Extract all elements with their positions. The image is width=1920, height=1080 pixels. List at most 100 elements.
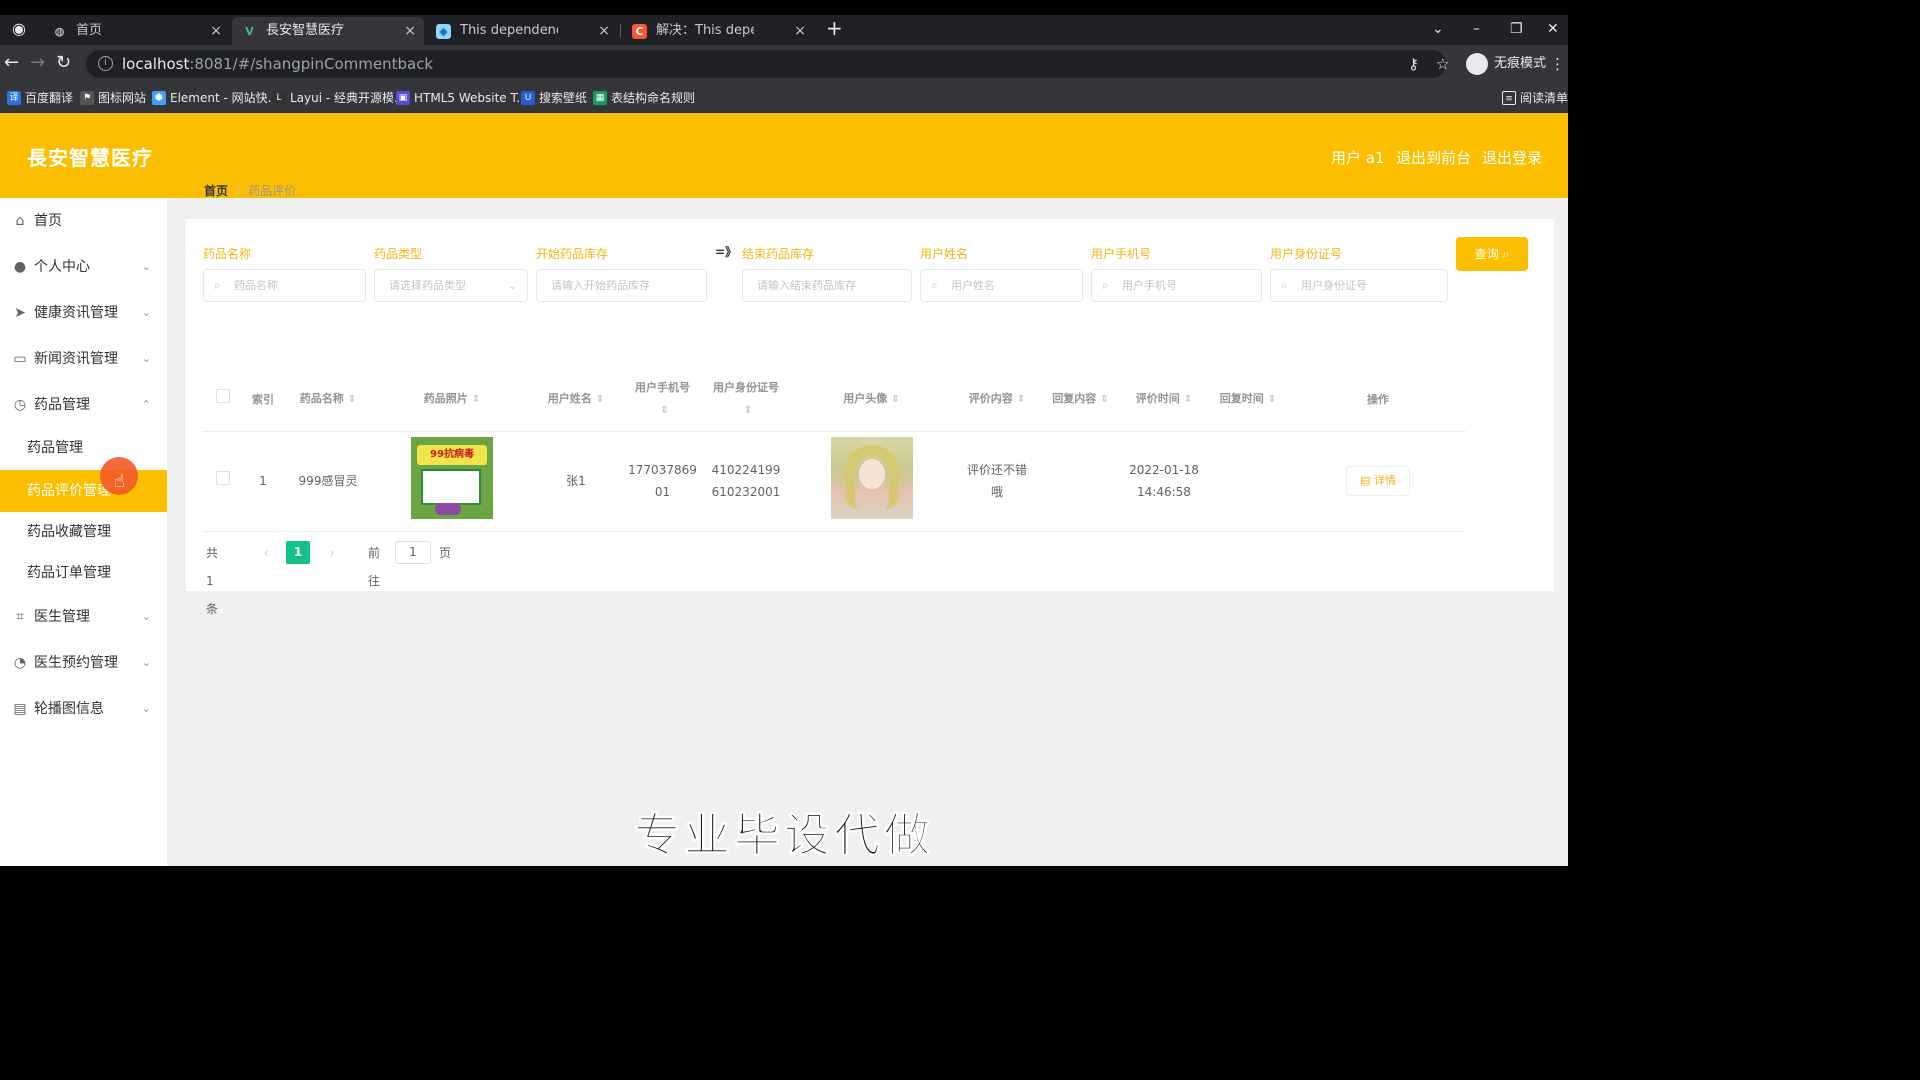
column-header[interactable]: 回复时间 ⇕ (1206, 369, 1290, 431)
column-header[interactable]: 回复内容 ⇕ (1039, 369, 1122, 431)
sidebar-item-health-news[interactable]: ➤ 健康资讯管理 ⌄ (0, 291, 167, 335)
sidebar-subitem-drug-favorites[interactable]: 药品收藏管理 (0, 511, 167, 553)
breadcrumb-home[interactable]: 首页 (204, 184, 228, 198)
close-icon[interactable]: × (404, 17, 416, 45)
bank-icon: ▭ (13, 351, 27, 367)
url-host: localhost (122, 55, 190, 73)
row-checkbox[interactable] (216, 471, 230, 485)
user-phone-placeholder: 用户手机号 (1122, 279, 1177, 292)
next-page-icon[interactable]: › (318, 542, 346, 564)
column-header-label: 操作 (1367, 392, 1389, 406)
key-icon[interactable]: ⚷ (1408, 55, 1419, 73)
sort-icon[interactable]: ⇕ (348, 394, 356, 405)
more-vert-icon[interactable]: ⋮ (1550, 55, 1565, 73)
sidebar-item-appointments[interactable]: ◔ 医生预约管理 ⌄ (0, 641, 167, 685)
stock-start-input[interactable]: 请输入开始药品库存 (536, 269, 707, 302)
sort-icon[interactable]: ⇕ (1017, 394, 1025, 405)
drug-photo-cell: 99抗病毒 (373, 430, 531, 532)
translate-icon: 译 (7, 91, 21, 105)
column-header[interactable]: 用户头像 ⇕ (788, 369, 955, 431)
column-header[interactable]: 评价时间 ⇕ (1122, 369, 1206, 431)
sidebar-item-profile[interactable]: ● 个人中心 ⌄ (0, 245, 167, 289)
sort-icon[interactable]: ⇕ (596, 394, 604, 405)
browser-tab-app[interactable]: V 長安智慧医疗 × (232, 17, 424, 45)
close-icon[interactable]: × (210, 17, 222, 45)
column-header[interactable]: 用户身份证号 ⇕ (704, 369, 788, 431)
column-header[interactable]: 药品照片 ⇕ (373, 369, 531, 431)
back-icon[interactable]: ← (4, 53, 19, 73)
goto-page-input[interactable]: 1 (395, 541, 431, 564)
bookmark-layui[interactable]: L Layui - 经典开源模... (272, 90, 405, 106)
sort-icon[interactable]: ⇕ (1268, 394, 1276, 405)
user-avatar (830, 436, 913, 519)
sidebar-subitem-drug-reviews[interactable]: 药品评价管理 (0, 470, 167, 512)
user-id-card-placeholder: 用户身份证号 (1301, 279, 1367, 292)
column-header-label: 回复时间 (1219, 392, 1264, 406)
new-tab-button[interactable]: + (826, 18, 843, 38)
column-header[interactable]: 用户姓名 ⇕ (531, 369, 621, 431)
incognito-label: 无痕模式 (1494, 56, 1547, 71)
search-button[interactable]: 查询 ⌕ (1456, 237, 1528, 271)
reading-list[interactable]: ≡ 阅读清单 (1502, 90, 1568, 106)
bookmark-icon-site[interactable]: ⚑ 图标网站 (80, 90, 146, 106)
window-close-icon[interactable]: ✕ (1547, 21, 1559, 37)
tab-search-icon[interactable]: ⌄ (1432, 21, 1444, 37)
close-icon[interactable]: × (794, 17, 806, 45)
sort-icon[interactable]: ⇕ (660, 405, 668, 416)
star-icon[interactable]: ☆ (1436, 55, 1449, 73)
restore-icon[interactable]: ❐ (1510, 21, 1523, 37)
address-input[interactable]: i localhost:8081/#/shangpinCommentback (86, 50, 1446, 78)
minimize-icon[interactable]: – (1473, 21, 1480, 37)
drug-name-input[interactable]: ⌕ 药品名称 (203, 269, 366, 302)
sort-icon[interactable]: ⇕ (744, 405, 752, 416)
reload-icon[interactable]: ↻ (56, 53, 71, 73)
user-name-input[interactable]: ⌕ 用户姓名 (920, 269, 1083, 302)
sort-icon[interactable]: ⇕ (891, 394, 899, 405)
browser-menu-icon[interactable]: ◉ (12, 19, 26, 39)
detail-button[interactable]: ▤ 详情 (1346, 466, 1410, 496)
sort-icon[interactable]: ⇕ (1184, 394, 1192, 405)
bookmark-table-naming[interactable]: ▦ 表结构命名规则 (593, 90, 695, 106)
chevron-down-icon: ⌄ (141, 352, 151, 365)
breadcrumb: 首页 / 药品评价 (204, 182, 296, 199)
sort-icon[interactable]: ⇕ (472, 394, 480, 405)
bookmark-wallpaper[interactable]: U 搜索壁纸 (521, 90, 587, 106)
browser-tab-home[interactable]: ◍ 首页 × (42, 17, 230, 45)
forward-icon[interactable]: → (30, 53, 45, 73)
prev-page-icon[interactable]: ‹ (252, 542, 280, 564)
column-header[interactable]: 用户手机号 ⇕ (621, 369, 704, 431)
column-header-label: 索引 (252, 392, 274, 406)
column-header[interactable]: 评价内容 ⇕ (955, 369, 1039, 431)
sidebar-subitem-drugs[interactable]: 药品管理 (0, 427, 167, 469)
bookmark-element[interactable]: ⬢ Element - 网站快... (152, 90, 279, 106)
select-all-checkbox[interactable] (216, 388, 230, 403)
sidebar-item-news[interactable]: ▭ 新闻资讯管理 ⌄ (0, 337, 167, 381)
sidebar-item-label: 轮播图信息 (34, 701, 104, 717)
sidebar-item-drug-management[interactable]: ◷ 药品管理 ⌃ (0, 383, 167, 427)
sidebar-item-label: 个人中心 (34, 259, 90, 275)
stock-start-label: 开始药品库存 (536, 247, 609, 261)
sidebar-item-doctors[interactable]: ⌗ 医生管理 ⌄ (0, 595, 167, 639)
close-icon[interactable]: × (598, 17, 610, 45)
sidebar-item-carousel[interactable]: ▤ 轮播图信息 ⌄ (0, 687, 167, 731)
tab-title: 長安智慧医疗 (266, 23, 345, 38)
dashboard-icon: ◔ (13, 655, 27, 671)
user-id-card-input[interactable]: ⌕ 用户身份证号 (1270, 269, 1448, 302)
sidebar-subitem-drug-orders[interactable]: 药品订单管理 (0, 552, 167, 594)
bookmark-html5[interactable]: ▣ HTML5 Website T... (396, 90, 528, 106)
column-header[interactable]: 药品名称 ⇕ (283, 369, 373, 431)
reply-time-cell (1206, 430, 1290, 532)
stock-end-input[interactable]: 请输入结束药品库存 (742, 269, 912, 302)
user-phone-input[interactable]: ⌕ 用户手机号 (1091, 269, 1262, 302)
column-header: 索引 (243, 369, 283, 431)
browser-tab-dependency[interactable]: ◆ This dependency was not foun × (426, 17, 618, 45)
incognito-indicator[interactable]: 无痕模式 (1466, 52, 1546, 76)
sort-icon[interactable]: ⇕ (1100, 394, 1108, 405)
bookmark-baidu-translate[interactable]: 译百度翻译 (7, 90, 73, 106)
page-number-current[interactable]: 1 (286, 541, 310, 564)
tab-title: 解决：This dependency was n (656, 23, 754, 38)
drug-type-select[interactable]: 请选择药品类型 ⌄ (374, 269, 528, 302)
sidebar-item-home[interactable]: ⌂ 首页 (0, 199, 167, 243)
info-icon[interactable]: i (98, 56, 113, 71)
browser-tab-csdn[interactable]: C 解决：This dependency was n × (622, 17, 814, 45)
